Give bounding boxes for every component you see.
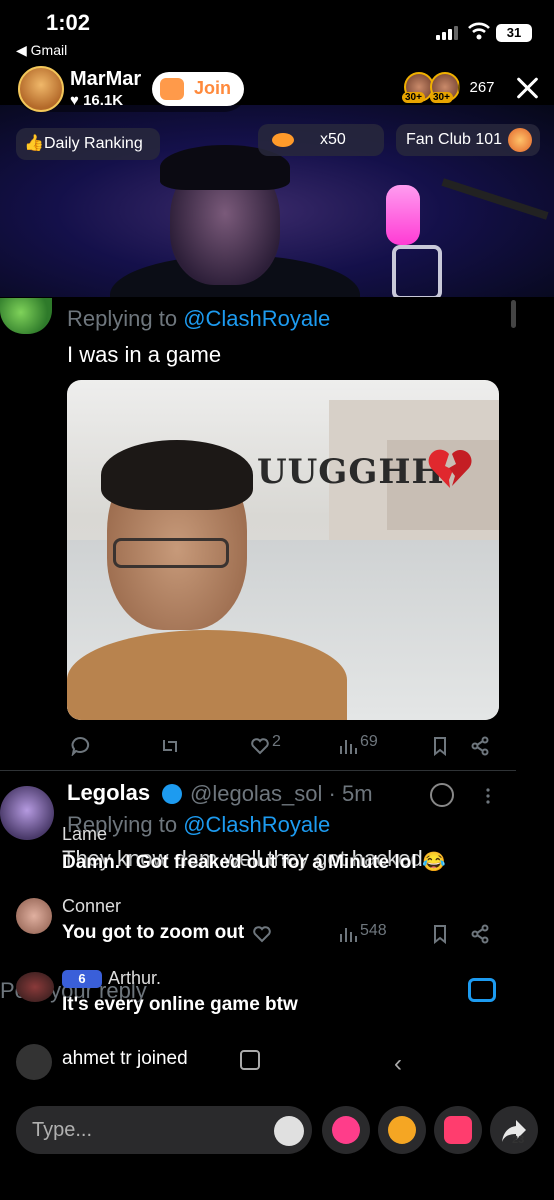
view-count: 69 — [360, 733, 378, 750]
join-label: Join — [194, 78, 232, 98]
bookmark-icon[interactable] — [430, 736, 450, 756]
bookmark-icon[interactable] — [430, 924, 450, 944]
multi-guest-button[interactable] — [322, 1106, 370, 1154]
tweet-author-avatar[interactable] — [0, 786, 54, 840]
tweet-text: I was in a game — [67, 342, 222, 367]
person-shirt — [67, 630, 347, 720]
cellular-signal-icon — [436, 26, 462, 40]
daily-ranking-label: Daily Ranking — [44, 135, 143, 152]
tweet-divider — [0, 770, 516, 771]
tiktok-shop-button[interactable] — [378, 1106, 426, 1154]
scrollbar[interactable] — [511, 300, 516, 328]
user-level-badge: 6 — [62, 970, 102, 988]
reply-handle-link[interactable]: @ClashRoyale — [183, 306, 330, 331]
wave-icon — [16, 1044, 52, 1080]
people-icon — [332, 1116, 360, 1144]
views-icon[interactable] — [338, 736, 358, 756]
microphone — [386, 185, 420, 245]
more-options-icon[interactable] — [486, 788, 490, 804]
chat-input-box[interactable] — [16, 1106, 312, 1154]
retweet-icon[interactable] — [160, 736, 180, 756]
share-count: 23 — [512, 1134, 525, 1146]
recent-apps-icon[interactable] — [240, 1050, 260, 1070]
battery-indicator: 31 — [496, 24, 532, 42]
back-chevron-icon[interactable]: ‹ — [394, 1050, 402, 1078]
verified-badge-icon — [162, 784, 182, 804]
replying-to-line: Replying to @ClashRoyale — [67, 306, 330, 332]
wifi-icon — [468, 22, 490, 40]
views-icon[interactable] — [338, 924, 358, 944]
multiplier-chip[interactable]: x50 — [258, 124, 384, 156]
replying-to-prefix: Replying to — [67, 306, 178, 331]
gift-button[interactable] — [434, 1106, 482, 1154]
chat-message: You got to zoom out — [62, 922, 245, 943]
viewer-level-badge: 30+ — [402, 92, 425, 103]
chat-username[interactable]: Lame — [62, 824, 107, 845]
streamer-likes: ♥ 16.1K — [70, 92, 124, 109]
viewer-level-badge: 30+ — [430, 92, 453, 103]
emoji-icon[interactable] — [274, 1116, 304, 1146]
fan-club-label: Fan Club 101 — [406, 131, 503, 148]
like-icon[interactable] — [250, 736, 270, 756]
fan-club-icon — [508, 128, 532, 152]
like-count: 2 — [272, 733, 281, 750]
grok-icon[interactable] — [430, 783, 454, 807]
chat-username[interactable]: Conner — [62, 896, 121, 917]
close-icon[interactable] — [512, 72, 542, 102]
planet-icon — [272, 133, 294, 147]
heart-add-icon — [160, 78, 184, 100]
glasses — [113, 538, 229, 568]
join-notice: ahmet tr joined — [62, 1048, 188, 1069]
tiktok-coin-icon — [388, 1116, 416, 1144]
chat-input[interactable] — [32, 1116, 252, 1144]
streamer-avatar[interactable] — [18, 66, 64, 112]
like-icon[interactable] — [252, 924, 272, 944]
mic-mount — [392, 245, 442, 297]
tweet-media-image[interactable]: UUGGHH — [67, 380, 499, 720]
tweet-author-avatar[interactable] — [0, 298, 52, 334]
chat-avatar[interactable] — [16, 898, 52, 934]
gift-icon — [444, 1116, 472, 1144]
tweet-author-meta: @legolas_sol · 5m — [190, 781, 373, 806]
status-bar: 1:02 ◀ Gmail 31 — [0, 0, 554, 60]
streamer-name: MarMar — [70, 68, 142, 90]
share-button[interactable] — [490, 1106, 538, 1154]
reply-icon[interactable] — [70, 736, 90, 756]
chat-message: Damn. I Got freaked out for a Minute lol… — [62, 852, 446, 873]
fan-club-chip[interactable]: Fan Club 101 — [396, 124, 540, 156]
view-count: 548 — [360, 922, 387, 939]
tweet-author-name[interactable]: Legolas — [67, 780, 150, 806]
thumbs-up-icon: 👍 — [24, 135, 44, 152]
daily-ranking-chip[interactable]: 👍 Daily Ranking — [16, 128, 160, 160]
camera-icon[interactable] — [468, 978, 496, 1002]
chat-username[interactable]: Arthur. — [108, 968, 161, 989]
person-hair — [101, 440, 253, 510]
multiplier-label: x50 — [320, 131, 346, 148]
clock: 1:02 — [46, 10, 91, 35]
share-icon[interactable] — [470, 736, 490, 756]
back-to-gmail-link[interactable]: ◀ Gmail — [16, 42, 67, 59]
broken-heart-icon — [428, 449, 472, 488]
mic-arm — [441, 178, 549, 220]
chat-message: It's every online game btw — [62, 994, 298, 1015]
reply-handle-link[interactable]: @ClashRoyale — [183, 812, 330, 837]
meme-caption: UUGGHH — [257, 452, 445, 492]
viewer-count[interactable]: 267 — [458, 74, 506, 102]
chat-avatar[interactable] — [16, 972, 54, 1002]
share-icon[interactable] — [470, 924, 490, 944]
join-button[interactable]: Join — [152, 72, 244, 106]
